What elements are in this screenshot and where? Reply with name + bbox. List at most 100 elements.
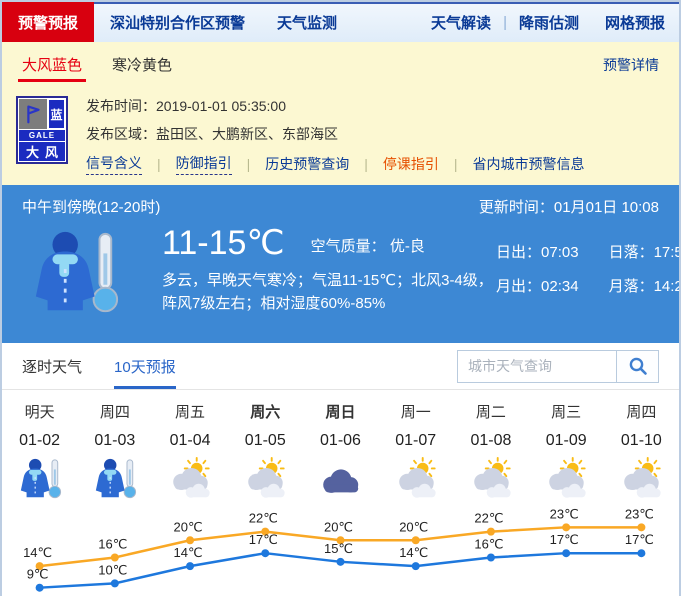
temp-point (186, 536, 194, 544)
city-search (457, 350, 659, 383)
nav-tab-shenshan-warning[interactable]: 深汕特别合作区预警 (94, 2, 261, 42)
forecast-day: 周四 01-10 (604, 402, 679, 507)
temp-point (562, 549, 570, 557)
day-date: 01-05 (228, 431, 303, 450)
day-date: 01-06 (303, 431, 378, 450)
nav-tab-weather-monitor[interactable]: 天气监测 (261, 2, 353, 42)
alert-info: 发布时间：2019-01-01 05:35:00 发布区域：盐田区、大鹏新区、东… (86, 91, 659, 185)
moonrise-value: 02:34 (541, 278, 579, 295)
moonrise-label: 月出： (496, 278, 541, 295)
nav-tab-warning-forecast[interactable]: 预警预报 (2, 2, 94, 42)
forecast-days: 明天01-02周四01-03周五01-04周六01-05周日01-06周一01-… (2, 390, 679, 507)
tab-hourly-weather[interactable]: 逐时天气 (22, 343, 82, 389)
search-button[interactable] (616, 351, 658, 382)
sunrise-time: 日出：07:03 (496, 241, 579, 262)
temp-point (637, 523, 645, 531)
current-main: 11-15℃ 空气质量： 优-良 多云，早晚天气寒冷；气温11-15℃；北风3-… (162, 225, 496, 321)
day-name: 明天 (2, 402, 77, 424)
temp-label: 23℃ (625, 507, 654, 521)
temp-label: 14℃ (399, 545, 428, 560)
day-date: 01-02 (2, 431, 77, 450)
publish-area-label: 发布区域： (86, 126, 156, 142)
partly-cloudy-icon (393, 456, 439, 502)
day-name: 周四 (77, 402, 152, 424)
forecast-day: 周四 01-03 (77, 402, 152, 507)
day-name: 周日 (303, 402, 378, 424)
alert-detail-link[interactable]: 预警详情 (603, 55, 659, 75)
temp-label: 14℃ (23, 545, 52, 560)
partly-cloudy-icon (543, 456, 589, 502)
day-date: 01-08 (453, 431, 528, 450)
update-time-value: 01月01日 10:08 (554, 199, 659, 216)
search-icon (628, 356, 648, 376)
forecast-day: 周一01-07 (378, 402, 453, 507)
current-body: 11-15℃ 空气质量： 优-良 多云，早晚天气寒冷；气温11-15℃；北风3-… (22, 225, 659, 321)
day-date: 01-10 (604, 431, 679, 450)
temperature-chart: 14℃16℃20℃22℃20℃20℃22℃23℃23℃9℃10℃14℃17℃15… (2, 507, 679, 596)
alert-tab-gale-blue[interactable]: 大风蓝色 (22, 42, 82, 87)
temp-label: 14℃ (174, 545, 203, 560)
moonset-time: 月落：14:20 (609, 275, 681, 296)
temp-label: 22℃ (474, 511, 503, 526)
partly-cloudy-icon (618, 456, 664, 502)
sunset-time: 日落：17:50 (609, 241, 681, 262)
nav-link-rain-estimate[interactable]: 降雨估测 (519, 12, 579, 33)
sunset-label: 日落： (609, 244, 654, 261)
link-signal-meaning[interactable]: 信号含义 (86, 153, 142, 175)
temp-label: 20℃ (399, 519, 428, 534)
partly-cloudy-icon (468, 456, 514, 502)
nav-link-grid-forecast[interactable]: 网格预报 (605, 12, 665, 33)
link-history-warning-query[interactable]: 历史预警查询 (265, 154, 349, 174)
temp-label: 22℃ (249, 511, 278, 526)
top-nav: 预警预报 深汕特别合作区预警 天气监测 天气解读 | 降雨估测 网格预报 (2, 2, 679, 42)
badge-level-label: 蓝 (48, 99, 65, 129)
city-search-input[interactable] (458, 351, 616, 382)
partly-cloudy-icon (167, 456, 213, 502)
day-name: 周二 (453, 402, 528, 424)
nav-separator: | (503, 14, 507, 31)
link-defense-guide[interactable]: 防御指引 (176, 153, 232, 175)
cold-icon (17, 456, 63, 502)
day-name: 周六 (228, 402, 303, 424)
day-date: 01-04 (152, 431, 227, 450)
day-name: 周四 (604, 402, 679, 424)
temp-point (36, 584, 44, 592)
temp-label: 16℃ (474, 537, 503, 552)
day-date: 01-03 (77, 431, 152, 450)
forecast-tab-bar: 逐时天气 10天预报 (2, 343, 679, 390)
update-time-label: 更新时间： (479, 199, 554, 216)
moonset-label: 月落： (609, 278, 654, 295)
link-separator: | (157, 156, 161, 172)
partly-cloudy-icon (242, 456, 288, 502)
day-name: 周三 (529, 402, 604, 424)
link-province-city-warnings[interactable]: 省内城市预警信息 (473, 154, 585, 174)
alert-panel: 蓝 GALE 大风 发布时间：2019-01-01 05:35:00 发布区域：… (2, 87, 679, 185)
temp-label: 17℃ (249, 532, 278, 547)
publish-time-value: 2019-01-01 05:35:00 (156, 98, 286, 114)
temp-point (111, 579, 119, 587)
nav-links: 天气解读 | 降雨估测 网格预报 (431, 2, 679, 42)
temp-point (337, 558, 345, 566)
temp-point (261, 549, 269, 557)
sunrise-value: 07:03 (541, 244, 579, 261)
forecast-day: 周五 01-04 (152, 402, 227, 507)
temp-point (186, 562, 194, 570)
day-name: 周五 (152, 402, 227, 424)
moonrise-time: 月出：02:34 (496, 275, 579, 296)
temp-point (412, 536, 420, 544)
forecast-day: 周日 01-06 (303, 402, 378, 507)
nav-link-weather-analysis[interactable]: 天气解读 (431, 12, 491, 33)
publish-area-value: 盐田区、大鹏新区、东部海区 (156, 126, 338, 142)
cloudy-icon (317, 456, 363, 502)
tab-10day-forecast[interactable]: 10天预报 (114, 343, 176, 389)
forecast-day: 明天 01-02 (2, 402, 77, 507)
link-class-suspension-guide[interactable]: 停课指引 (383, 154, 439, 174)
link-separator: | (454, 156, 458, 172)
badge-type-label: 大风 (19, 142, 65, 161)
temp-label: 20℃ (174, 519, 203, 534)
alert-tab-cold-yellow[interactable]: 寒冷黄色 (112, 42, 172, 87)
temperature-range: 11-15℃ (162, 225, 285, 261)
alert-links: 信号含义 | 防御指引 | 历史预警查询 | 停课指引 | 省内城市预警信息 (86, 153, 659, 175)
day-date: 01-09 (529, 431, 604, 450)
update-time: 更新时间：01月01日 10:08 (479, 196, 659, 217)
